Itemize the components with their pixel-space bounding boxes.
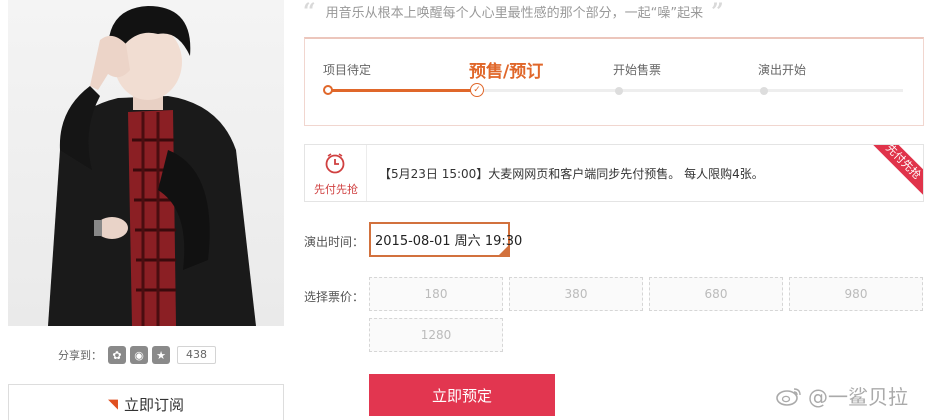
corner-badge: 先付先抢: [866, 145, 923, 199]
favorite-star-icon[interactable]: ★: [152, 346, 170, 364]
stage-label-show-start: 演出开始: [758, 63, 807, 77]
weibo-icon[interactable]: ✿: [108, 346, 126, 364]
progress-fill: [327, 89, 477, 92]
open-quote-mark: “: [303, 0, 316, 25]
price-label: 选择票价：: [304, 290, 365, 304]
stage-label-presale: 预售/预订: [469, 62, 544, 82]
reserve-button[interactable]: 立即预定: [369, 374, 555, 416]
check-icon: ✓: [470, 83, 484, 97]
clock-icon: [325, 153, 345, 174]
show-time-option[interactable]: 2015-08-01 周六 19:30: [369, 222, 522, 257]
artist-figure: [48, 6, 256, 326]
price-option[interactable]: 980: [789, 277, 923, 311]
stage-node-done: [323, 85, 333, 95]
notice-icon-label: 先付先抢: [314, 183, 358, 196]
notice-text: 【5月23日 15:00】大麦网网页和客户端同步先付预售。 每人限购4张。: [379, 167, 764, 181]
sale-progress: 项目待定 预售/预订 开始售票 演出开始 ✓: [304, 37, 924, 126]
share-bar: 分享到： ✿ ◉ ★ 438: [58, 345, 216, 365]
presale-notice: 先付先抢 【5月23日 15:00】大麦网网页和客户端同步先付预售。 每人限购4…: [304, 144, 924, 202]
selected-corner-icon: [499, 246, 508, 255]
share-label: 分享到：: [58, 349, 102, 362]
subscribe-button[interactable]: ◥ 立即订阅: [8, 384, 284, 420]
price-option[interactable]: 380: [509, 277, 643, 311]
notice-icon-box: 先付先抢: [305, 145, 367, 201]
price-option[interactable]: 180: [369, 277, 503, 311]
price-option[interactable]: 1280: [369, 318, 503, 352]
weibo-logo-icon: [776, 387, 801, 406]
share-count: 438: [177, 346, 216, 364]
stage-node-show-start: [760, 87, 768, 95]
slogan: “ 用音乐从根本上唤醒每个人心里最性感的那个部分，一起“噪”起来 ”: [303, 0, 923, 25]
event-page: 分享到： ✿ ◉ ★ 438 ◥ 立即订阅 “ 用音乐从根本上唤醒每个人心里最性…: [0, 0, 938, 420]
artist-photo: [8, 0, 284, 326]
stage-label-on-sale: 开始售票: [613, 63, 662, 77]
stage-label-pending-decision: 项目待定: [323, 63, 372, 77]
wechat-icon[interactable]: ◉: [130, 346, 148, 364]
close-quote-mark: ”: [711, 0, 724, 25]
watermark-text: @一鲨贝拉: [808, 385, 908, 409]
subscribe-label: 立即订阅: [123, 395, 184, 414]
watermark: @一鲨贝拉: [776, 381, 908, 410]
price-option[interactable]: 680: [649, 277, 783, 311]
show-time-label: 演出时间：: [304, 235, 365, 249]
rss-icon: ◥: [107, 396, 118, 412]
slogan-text: 用音乐从根本上唤醒每个人心里最性感的那个部分，一起“噪”起来: [325, 6, 704, 21]
stage-node-on-sale: [615, 87, 623, 95]
